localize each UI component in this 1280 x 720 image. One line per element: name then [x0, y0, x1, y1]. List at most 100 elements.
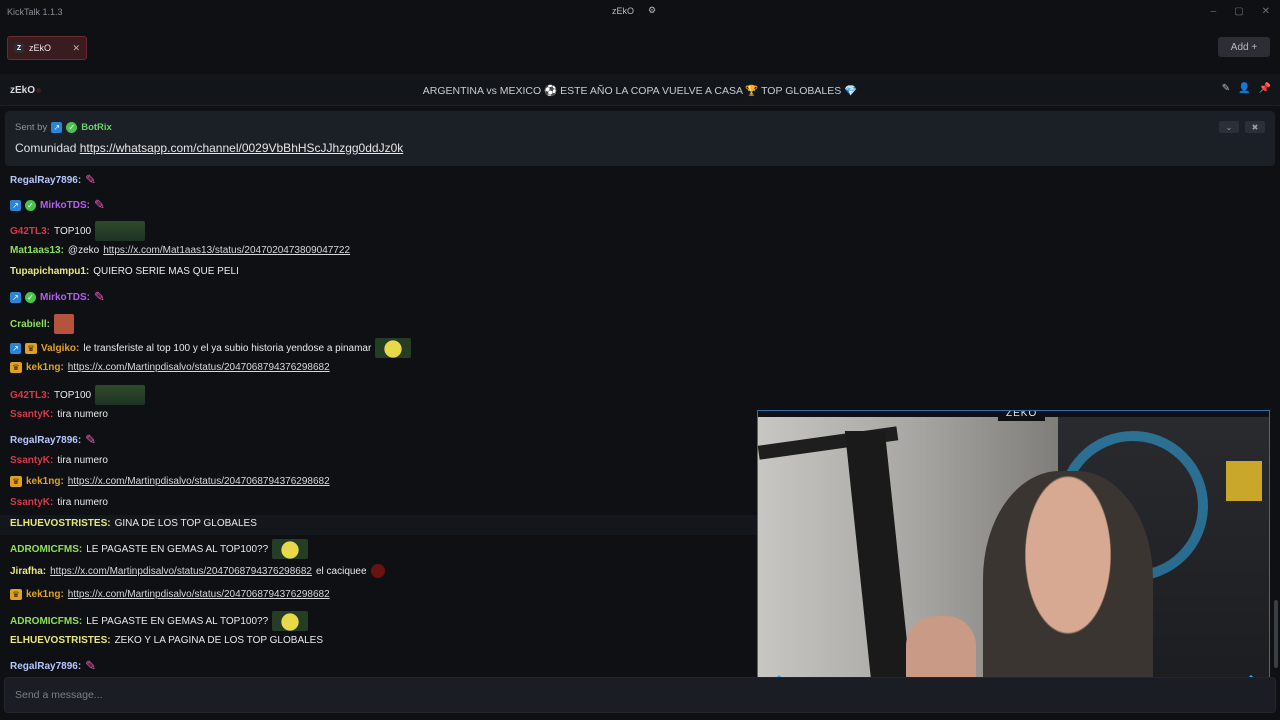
chat-message: RegalRay7896: ✎: [10, 432, 101, 448]
close-window-icon[interactable]: ✕: [1262, 6, 1270, 17]
channel-logo-icon: Z: [14, 43, 24, 53]
chat-username[interactable]: Jirafha:: [10, 566, 46, 577]
chat-link[interactable]: https://x.com/Mat1aas13/status/204702047…: [103, 245, 350, 256]
webcam-sign: [1226, 461, 1262, 501]
face-emote-icon: [54, 314, 75, 334]
chat-message: ELHUEVOSTRISTES: ZEKO Y LA PAGINA DE LOS …: [10, 635, 323, 646]
chat-message: ♛ kek1ng: https://x.com/Martinpdisalvo/sta…: [10, 362, 330, 373]
chat-username[interactable]: ADROMICFMS:: [10, 544, 82, 555]
chat-username[interactable]: RegalRay7896:: [10, 661, 81, 672]
chat-username[interactable]: SsantyK:: [10, 455, 53, 466]
pin-icon[interactable]: ✎: [1222, 83, 1230, 94]
overlay-label: ZEKO: [998, 411, 1046, 421]
chat-text: LE PAGASTE EN GEMAS AL TOP100??: [86, 615, 269, 627]
chat-username[interactable]: kek1ng:: [26, 476, 64, 487]
kick-badge-icon: ↗: [10, 342, 21, 354]
bot-name: BotRix: [81, 122, 112, 133]
channel-actions: ✎ 👤 📌: [1222, 83, 1271, 94]
tab-bar: Z zEkO ✕ Add +: [0, 26, 1280, 74]
chat-message: ♛ kek1ng: https://x.com/Martinpdisalvo/sta…: [10, 589, 330, 600]
pushpin-icon[interactable]: 📌: [1259, 83, 1271, 94]
chat-message: Mat1aas13: @zeko https://x.com/Mat1aas13/s…: [10, 245, 350, 256]
chat-username[interactable]: ADROMICFMS:: [10, 616, 82, 627]
app-title: KickTalk 1.1.3: [7, 7, 63, 17]
chat-username[interactable]: RegalRay7896:: [10, 175, 81, 186]
chat-username[interactable]: SsantyK:: [10, 497, 53, 508]
chat-username[interactable]: RegalRay7896:: [10, 435, 81, 446]
crown-badge-icon: ♛: [25, 342, 37, 354]
chat-username[interactable]: Valgiko:: [41, 343, 79, 354]
chat-username[interactable]: Mat1aas13:: [10, 245, 64, 256]
pinned-sender: Sent by ↗ ✓ BotRix: [15, 122, 112, 133]
pink-emote-icon: ✎: [85, 432, 97, 447]
chat-message: Crabiell:: [10, 314, 75, 334]
chat-message: ADROMICFMS: LE PAGASTE EN GEMAS AL TOP100…: [10, 539, 309, 559]
kick-badge-icon: ↗: [51, 122, 63, 133]
chat-message: ♛ kek1ng: https://x.com/Martinpdisalvo/sta…: [10, 476, 330, 487]
close-tab-icon[interactable]: ✕: [72, 43, 80, 54]
title-channel-label: zEkO: [612, 5, 635, 16]
chat-username[interactable]: MirkoTDS:: [40, 292, 90, 303]
chat-username[interactable]: G42TL3:: [10, 390, 50, 401]
pinned-link[interactable]: https://whatsapp.com/channel/0029VbBhHSc…: [80, 141, 404, 155]
chat-text: GINA DE LOS TOP GLOBALES: [114, 518, 257, 529]
chat-text: @zeko: [67, 245, 100, 256]
chat-link[interactable]: https://x.com/Martinpdisalvo/status/2047…: [68, 362, 330, 373]
title-center: zEkO ⚙: [612, 5, 656, 16]
chat-link[interactable]: https://x.com/Martinpdisalvo/status/2047…: [68, 589, 330, 600]
verified-badge-icon: ✓: [25, 199, 36, 211]
chat-message: SsantyK: tira numero: [10, 409, 108, 420]
laughing-emote-icon: [272, 539, 309, 559]
verified-badge-icon: ✓: [25, 291, 36, 303]
chat-username[interactable]: kek1ng:: [26, 589, 64, 600]
chat-message: G42TL3: TOP100: [10, 221, 146, 241]
chat-message: Jirafha: https://x.com/Martinpdisalvo/sta…: [10, 564, 385, 578]
gear-icon[interactable]: ⚙: [648, 5, 656, 16]
chat-message: RegalRay7896: ✎: [10, 172, 101, 188]
chat-link[interactable]: https://x.com/Martinpdisalvo/status/2047…: [68, 476, 330, 487]
pinned-text-label: Comunidad: [15, 141, 77, 155]
chat-username[interactable]: G42TL3:: [10, 226, 50, 237]
chat-text: QUIERO SERIE MAS QUE PELI: [93, 266, 239, 277]
chat-link[interactable]: https://x.com/Martinpdisalvo/status/2047…: [50, 566, 312, 577]
channel-header: zEkO ARGENTINA vs MEXICO ⚽ ESTE AÑO LA C…: [0, 74, 1280, 106]
chat-username[interactable]: ELHUEVOSTRISTES:: [10, 518, 111, 529]
chevron-down-icon[interactable]: ⌄: [1219, 121, 1239, 133]
pinned-text: Comunidad https://whatsapp.com/channel/0…: [15, 141, 403, 155]
maximize-icon[interactable]: ▢: [1234, 6, 1243, 17]
chat-message: ↗ ♛ Valgiko: le transferiste al top 100 y e…: [10, 338, 412, 358]
red-emote-icon: [370, 564, 385, 578]
chat-message: ADROMICFMS: LE PAGASTE EN GEMAS AL TOP100…: [10, 611, 309, 631]
chat-text: ZEKO Y LA PAGINA DE LOS TOP GLOBALES: [114, 635, 324, 646]
car-emote-icon: [95, 221, 146, 241]
pink-emote-icon: ✎: [85, 172, 97, 187]
crown-badge-icon: ♛: [10, 362, 22, 373]
chat-username[interactable]: kek1ng:: [26, 362, 64, 373]
minimize-icon[interactable]: –: [1211, 6, 1217, 17]
chat-message: SsantyK: tira numero: [10, 497, 108, 508]
chat-message: SsantyK: tira numero: [10, 455, 108, 466]
chat-username[interactable]: Tupapichampu1:: [10, 266, 89, 277]
chat-text: tira numero: [57, 409, 108, 420]
message-input[interactable]: [5, 678, 1275, 712]
chat-scrollbar[interactable]: [1274, 600, 1278, 668]
chat-message: RegalRay7896: ✎: [10, 658, 101, 672]
webcam-overlay: ZEKO Z: [757, 410, 1270, 700]
streamer: [983, 471, 1153, 699]
chat-list[interactable]: RegalRay7896: ✎ ↗ ✓ MirkoTDS: ✎ G42TL3: TOP100 M…: [0, 166, 760, 672]
chat-text: tira numero: [57, 497, 108, 508]
chat-username[interactable]: SsantyK:: [10, 409, 53, 420]
chat-username[interactable]: ELHUEVOSTRISTES:: [10, 635, 111, 646]
laughing-emote-icon: [375, 338, 412, 358]
chat-username[interactable]: MirkoTDS:: [40, 200, 90, 211]
add-button[interactable]: Add +: [1218, 37, 1270, 57]
message-input-box: [4, 677, 1276, 713]
user-icon[interactable]: 👤: [1238, 83, 1250, 94]
chat-message: G42TL3: TOP100: [10, 385, 146, 405]
chat-username[interactable]: Crabiell:: [10, 319, 50, 330]
tab-zeko[interactable]: Z zEkO ✕: [7, 36, 87, 60]
pinned-message: Sent by ↗ ✓ BotRix Comunidad https://wha…: [5, 111, 1275, 166]
unpin-icon[interactable]: ✖: [1245, 121, 1265, 133]
pink-emote-icon: ✎: [85, 658, 97, 672]
crown-badge-icon: ♛: [10, 476, 22, 487]
